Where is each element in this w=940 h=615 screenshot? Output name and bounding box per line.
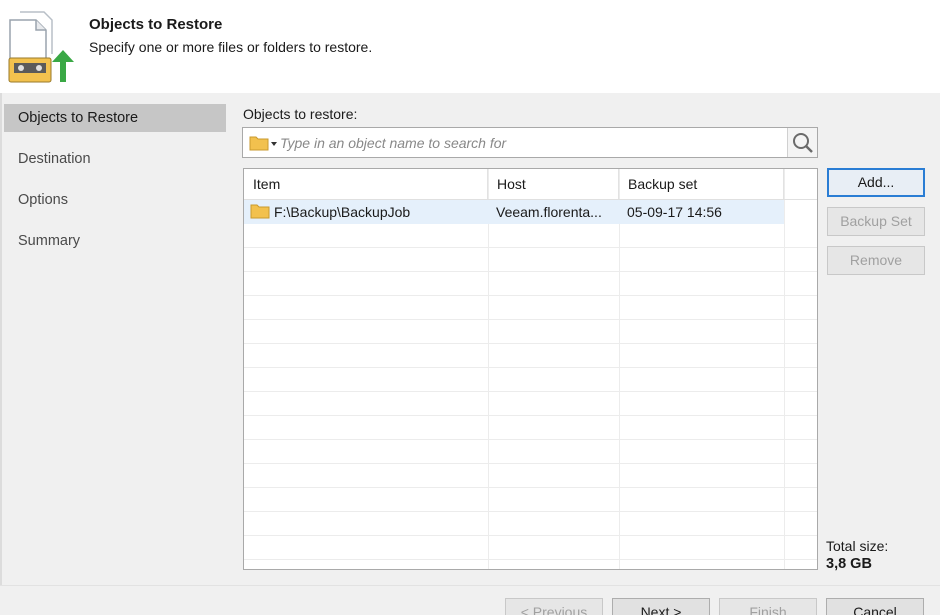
- objects-to-restore-label: Objects to restore:: [243, 106, 358, 122]
- column-header-backup-set[interactable]: Backup set: [619, 169, 784, 199]
- total-size-label: Total size:: [826, 538, 889, 554]
- column-header-host[interactable]: Host: [488, 169, 619, 199]
- folder-icon: [250, 202, 270, 219]
- wizard-steps-nav: Objects to Restore Destination Options S…: [2, 93, 226, 585]
- nav-item-options[interactable]: Options: [4, 186, 226, 214]
- search-icon[interactable]: [787, 128, 817, 157]
- folder-dropdown-icon[interactable]: [249, 134, 277, 152]
- page-title: Objects to Restore: [89, 16, 223, 33]
- search-input[interactable]: [280, 133, 780, 153]
- objects-table: Item Host Backup set F:\Backup\BackupJob…: [243, 168, 818, 570]
- wizard-header: Objects to Restore Specify one or more f…: [0, 0, 940, 93]
- next-button[interactable]: Next >: [612, 598, 710, 615]
- previous-button[interactable]: < Previous: [505, 598, 603, 615]
- finish-button[interactable]: Finish: [719, 598, 817, 615]
- cell-backup-set: 05-09-17 14:56: [627, 204, 722, 220]
- nav-item-objects-to-restore[interactable]: Objects to Restore: [4, 104, 226, 132]
- table-header: Item Host Backup set: [244, 169, 817, 200]
- cell-item: F:\Backup\BackupJob: [250, 200, 486, 224]
- main-content: Objects to restore: Type in an object na…: [226, 93, 940, 585]
- table-row[interactable]: F:\Backup\BackupJob Veeam.florenta... 05…: [244, 200, 784, 224]
- nav-item-destination[interactable]: Destination: [4, 145, 226, 173]
- column-header-filler: [784, 169, 817, 199]
- column-header-item[interactable]: Item: [244, 169, 488, 199]
- add-button[interactable]: Add...: [827, 168, 925, 197]
- nav-item-summary[interactable]: Summary: [4, 227, 226, 255]
- total-size-value: 3,8 GB: [826, 556, 872, 572]
- remove-button[interactable]: Remove: [827, 246, 925, 275]
- wizard-footer: < Previous Next > Finish Cancel: [0, 585, 940, 615]
- page-subtitle: Specify one or more files or folders to …: [89, 39, 373, 55]
- table-grid: [244, 224, 817, 569]
- restore-files-icon: [6, 6, 78, 86]
- cell-host: Veeam.florenta...: [496, 204, 602, 220]
- object-search-box: [242, 127, 818, 158]
- cancel-button[interactable]: Cancel: [826, 598, 924, 615]
- cell-item-text: F:\Backup\BackupJob: [274, 204, 411, 220]
- backup-set-button[interactable]: Backup Set: [827, 207, 925, 236]
